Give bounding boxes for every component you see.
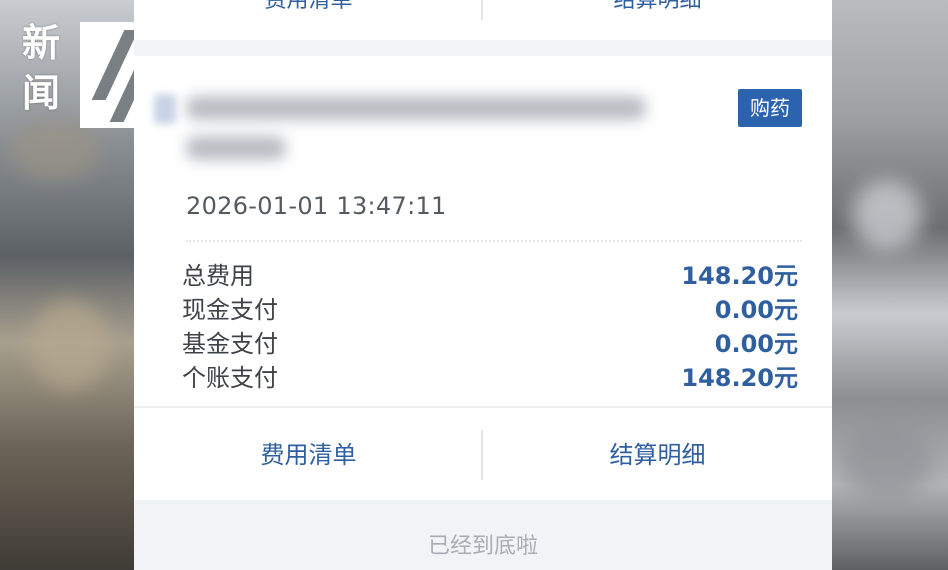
transaction-time: 2026-01-01 13:47:11 (186, 192, 447, 220)
fund-value: 0.00元 (714, 330, 798, 358)
row-fund: 基金支付 0.00元 (182, 324, 798, 358)
prev-settlement-detail-button[interactable]: 结算明细 (483, 0, 832, 14)
expense-list-button[interactable]: 费用清单 (134, 408, 483, 502)
row-account: 个账支付 148.20元 (182, 358, 798, 392)
account-label: 个账支付 (182, 364, 278, 392)
settlement-detail-button[interactable]: 结算明细 (483, 408, 832, 502)
payment-breakdown: 总费用 148.20元 现金支付 0.00元 基金支付 0.00元 个账支付 1… (182, 256, 798, 392)
row-total: 总费用 148.20元 (182, 256, 798, 290)
cash-value: 0.00元 (714, 296, 798, 324)
prev-expense-list-button[interactable]: 费用清单 (134, 0, 483, 14)
previous-record-card: 费用清单 结算明细 (134, 0, 832, 40)
cash-label: 现金支付 (182, 296, 278, 324)
purchase-type-badge: 购药 (738, 89, 802, 127)
logo-text: 新闻 (22, 21, 61, 115)
background-right (832, 0, 948, 570)
fund-label: 基金支付 (182, 330, 278, 358)
merchant-name-blurred (186, 86, 656, 166)
record-card: 购药 2026-01-01 13:47:11 总费用 148.20元 现金支付 … (134, 56, 832, 500)
merchant-icon (154, 94, 176, 124)
dotted-divider (186, 240, 802, 242)
account-value: 148.20元 (681, 364, 798, 392)
card-actions: 费用清单 结算明细 (134, 406, 832, 502)
total-label: 总费用 (182, 262, 254, 290)
news-logo: 新闻 (22, 18, 157, 130)
end-of-list-text: 已经到底啦 (427, 534, 538, 559)
phone-screen: 费用清单 结算明细 购药 2026-01-01 13:47:11 总费用 148… (134, 0, 832, 570)
total-value: 148.20元 (681, 262, 798, 290)
row-cash: 现金支付 0.00元 (182, 290, 798, 324)
